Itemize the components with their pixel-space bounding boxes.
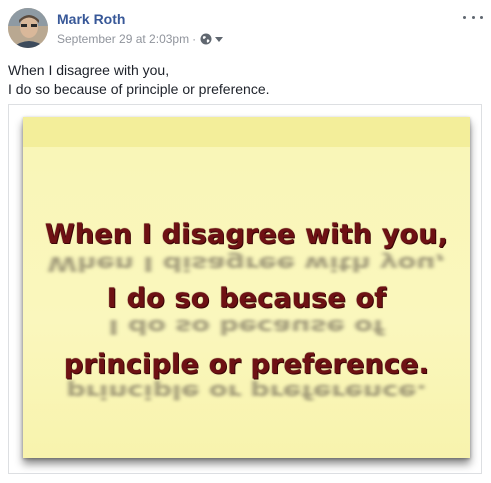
note-reflection: I do so because of [108, 314, 385, 339]
author-name-link[interactable]: Mark Roth [57, 11, 125, 27]
avatar[interactable] [8, 8, 48, 48]
post-image-link[interactable]: When I disagree with you, I do so becaus… [8, 104, 482, 474]
note-text-line: When I disagree with you, [23, 219, 470, 250]
globe-icon[interactable] [200, 33, 212, 45]
note-reflection: principle or preference. [66, 379, 427, 404]
note-reflection: When I disagree with you, [47, 251, 446, 276]
meta-separator: · [192, 32, 197, 46]
more-dot-icon [463, 15, 466, 19]
more-dot-icon [480, 15, 483, 19]
feed-post: Mark Roth September 29 at 2:03pm · When … [0, 0, 491, 483]
avatar-photo [8, 8, 48, 48]
post-timestamp-link[interactable]: September 29 at 2:03pm [57, 32, 189, 46]
more-options-icon[interactable] [463, 12, 483, 22]
sticky-note-image: When I disagree with you, I do so becaus… [23, 117, 470, 458]
post-meta: September 29 at 2:03pm · [57, 32, 224, 46]
note-text: principle or preference. [63, 349, 430, 380]
post-header: Mark Roth September 29 at 2:03pm · [8, 8, 483, 52]
post-message: When I disagree with you, I do so becaus… [8, 61, 478, 99]
note-text: When I disagree with you, [44, 219, 449, 250]
message-line: When I disagree with you, [8, 62, 170, 78]
message-line: I do so because of principle or preferen… [8, 81, 270, 97]
note-text-line: I do so because of [23, 283, 470, 314]
chevron-down-icon[interactable] [215, 36, 224, 42]
note-top-band [23, 117, 470, 147]
note-text: I do so because of [106, 283, 387, 314]
more-dot-icon [471, 15, 475, 19]
note-text-line: principle or preference. [23, 349, 470, 380]
